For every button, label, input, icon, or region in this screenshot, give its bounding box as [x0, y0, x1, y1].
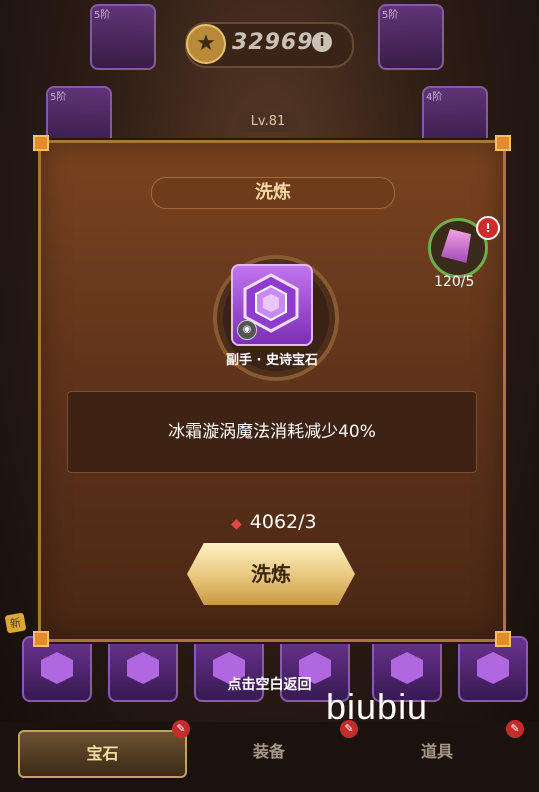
refine-cost: ◆ 4062/3	[231, 511, 317, 533]
tier-label: 5阶	[382, 10, 399, 21]
epic-gem-icon[interactable]: ◉	[231, 264, 313, 346]
corner-ornament	[495, 631, 511, 647]
corner-ornament	[33, 631, 49, 647]
info-icon[interactable]: i	[312, 32, 332, 52]
bottom-tab-bar: 宝石 ✎ 装备 ✎ 道具 ✎	[0, 720, 539, 792]
refine-button[interactable]: 洗炼	[187, 543, 355, 605]
tab-items[interactable]: 道具	[352, 730, 522, 774]
corner-ornament	[33, 135, 49, 151]
edit-badge-icon: ✎	[506, 720, 524, 738]
tab-gems[interactable]: 宝石	[18, 730, 187, 778]
pink-stone-icon	[441, 229, 471, 263]
new-tag: 新	[4, 612, 27, 634]
red-crystal-icon: ◆	[231, 516, 242, 532]
effect-text: 冰霜漩涡魔法消耗减少40%	[168, 422, 376, 442]
cost-value: 4062/3	[249, 511, 317, 533]
refine-stone-count: 120/5	[434, 274, 475, 290]
star-icon: ★	[186, 24, 226, 64]
refine-dialog: 洗炼 ◉ 副手 · 史诗宝石 冰霜漩涡魔法消耗减少40% ◆ 4062/3 洗炼	[33, 135, 511, 647]
corner-ornament	[495, 135, 511, 151]
level-badge: Lv.81	[236, 112, 300, 132]
lock-icon: ◉	[237, 320, 257, 340]
dialog-title: 洗炼	[255, 182, 291, 203]
tap-blank-to-return-hint[interactable]: 点击空白返回	[0, 674, 539, 694]
gem-name-label: 副手 · 史诗宝石	[226, 353, 318, 368]
tier-label: 5阶	[94, 10, 111, 21]
score-value: 32969	[232, 30, 314, 55]
tab-equipment[interactable]: 装备	[188, 730, 350, 774]
dialog-title-bar: 洗炼	[151, 177, 395, 209]
alert-badge-icon: !	[476, 216, 500, 240]
effect-description-box: 冰霜漩涡魔法消耗减少40%	[67, 391, 477, 473]
tier-label: 4阶	[426, 92, 443, 103]
equipment-slot[interactable]: 5阶	[90, 4, 156, 70]
equipment-slot[interactable]: 5阶	[378, 4, 444, 70]
tier-label: 5阶	[50, 92, 67, 103]
